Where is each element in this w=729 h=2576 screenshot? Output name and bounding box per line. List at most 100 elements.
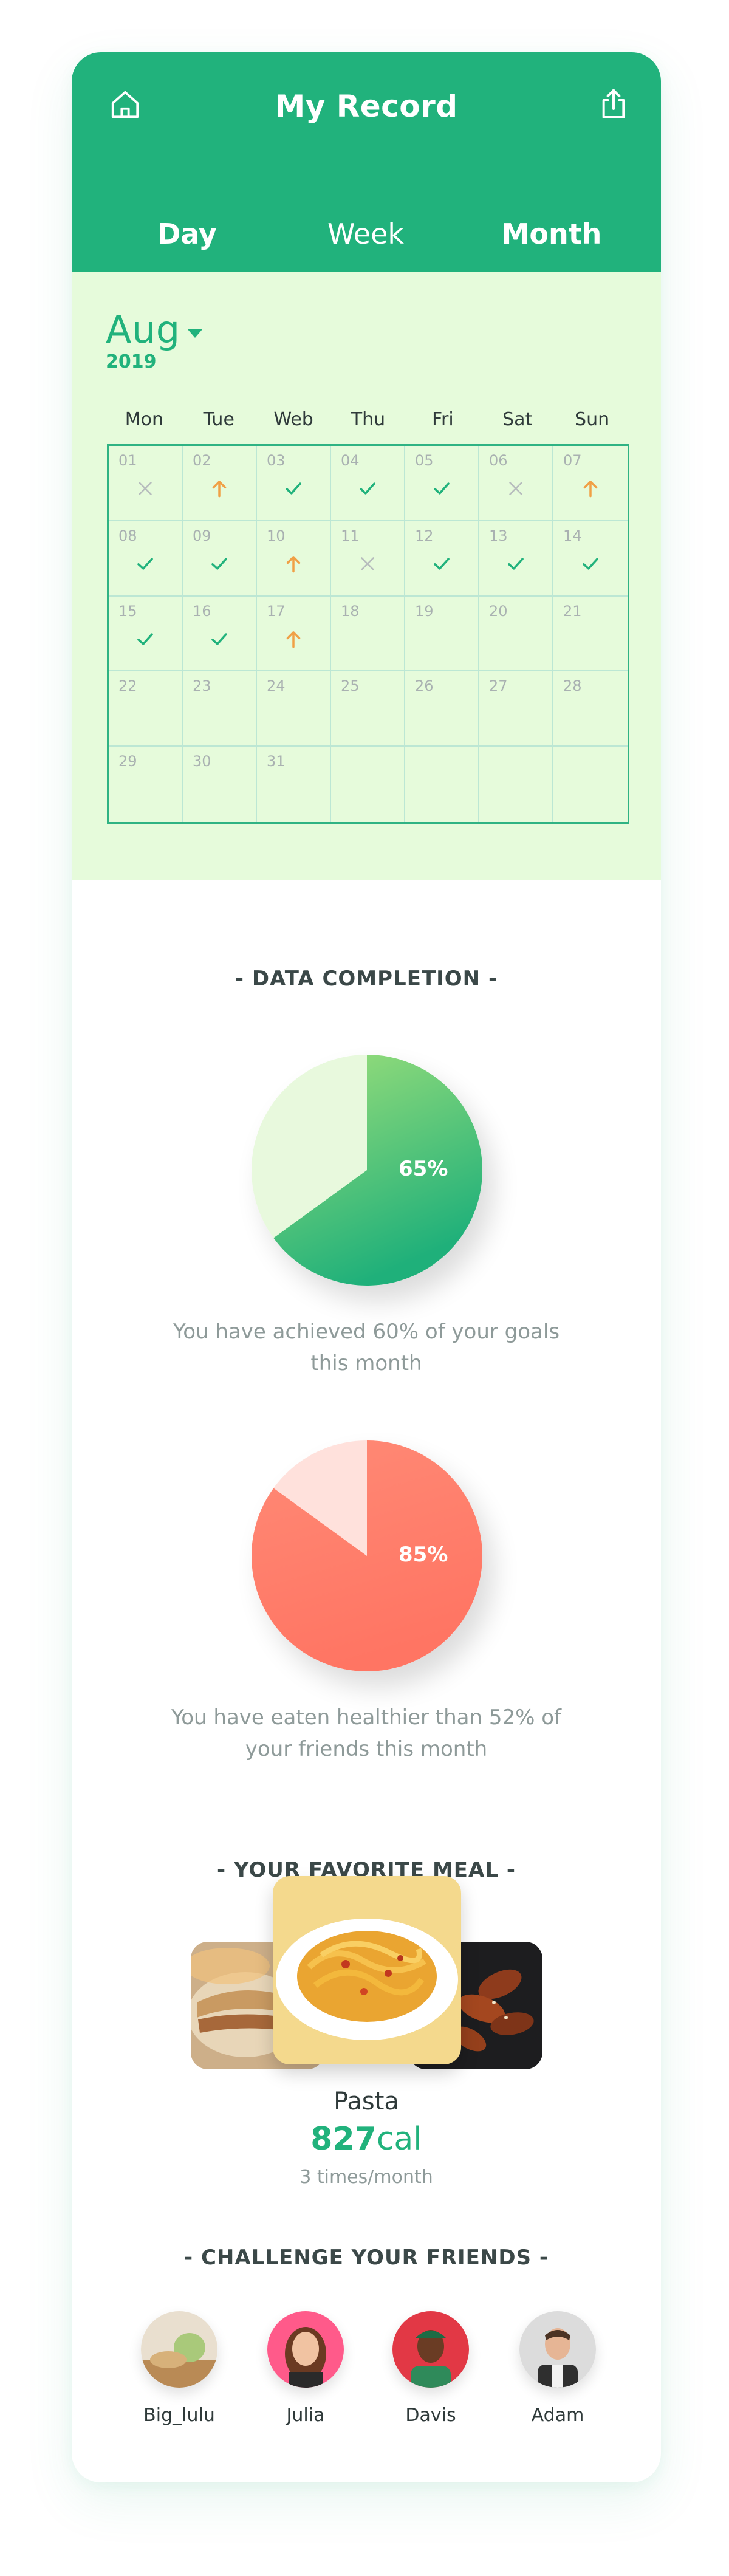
tab-day[interactable]: Day bbox=[114, 218, 260, 250]
day-number: 16 bbox=[193, 602, 211, 620]
day-number: 27 bbox=[489, 677, 508, 695]
calendar-day[interactable]: 30 bbox=[183, 747, 257, 822]
calendar-day[interactable]: 05 bbox=[405, 446, 479, 521]
friend-name: Julia bbox=[286, 2405, 325, 2426]
day-number: 03 bbox=[267, 452, 286, 469]
calendar-day bbox=[331, 747, 405, 822]
meal-image-pasta[interactable] bbox=[273, 1876, 461, 2064]
check-icon bbox=[553, 552, 628, 576]
calendar-day[interactable]: 31 bbox=[257, 747, 331, 822]
weekday-label: Thu bbox=[351, 409, 386, 430]
friends-caption: You have eaten healthier than 52% of you… bbox=[171, 1705, 561, 1761]
calendar-day[interactable]: 04 bbox=[331, 446, 405, 521]
day-number: 30 bbox=[193, 753, 211, 770]
page-title: My Record bbox=[275, 89, 458, 124]
arrow-up-icon bbox=[553, 476, 628, 501]
day-number: 31 bbox=[267, 753, 286, 770]
day-number: 18 bbox=[341, 602, 360, 620]
meal-frequency: 3 times/month bbox=[299, 2167, 433, 2188]
friend-big-lulu[interactable]: Big_lulu bbox=[122, 2311, 237, 2426]
arrow-up-icon bbox=[183, 476, 256, 501]
day-number: 06 bbox=[489, 452, 508, 469]
friend-name: Adam bbox=[531, 2405, 584, 2426]
calendar-day[interactable]: 27 bbox=[479, 671, 553, 747]
tab-week[interactable]: Week bbox=[293, 218, 439, 250]
arrow-up-icon bbox=[257, 552, 330, 576]
calendar-day[interactable]: 19 bbox=[405, 596, 479, 672]
calendar-day[interactable]: 11 bbox=[331, 521, 405, 597]
avatar bbox=[141, 2311, 217, 2388]
day-number: 19 bbox=[415, 602, 434, 620]
share-icon[interactable] bbox=[595, 86, 632, 123]
calendar-day[interactable]: 24 bbox=[257, 671, 331, 747]
weekday-header: Mon Tue Web Thu Fri Sat Sun bbox=[107, 409, 629, 433]
calendar-day[interactable]: 08 bbox=[109, 521, 183, 597]
calendar-day[interactable]: 10 bbox=[257, 521, 331, 597]
day-number: 23 bbox=[193, 677, 211, 695]
friend-name: Davis bbox=[405, 2405, 456, 2426]
cross-icon bbox=[331, 552, 404, 576]
day-number: 24 bbox=[267, 677, 286, 695]
calendar-day[interactable]: 12 bbox=[405, 521, 479, 597]
meal-calories: 827cal bbox=[72, 2121, 661, 2157]
friend-davis[interactable]: Davis bbox=[373, 2311, 488, 2426]
avatar bbox=[267, 2311, 344, 2388]
calendar-day[interactable]: 26 bbox=[405, 671, 479, 747]
calendar-day[interactable]: 14 bbox=[553, 521, 628, 597]
calendar-day[interactable]: 16 bbox=[183, 596, 257, 672]
friend-name: Big_lulu bbox=[143, 2405, 215, 2426]
check-icon bbox=[183, 552, 256, 576]
header-bar: My Record Day Week Month bbox=[72, 52, 661, 272]
calendar-day[interactable]: 03 bbox=[257, 446, 331, 521]
calendar-day[interactable]: 25 bbox=[331, 671, 405, 747]
day-number: 26 bbox=[415, 677, 434, 695]
day-number: 11 bbox=[341, 527, 360, 544]
day-number: 09 bbox=[193, 527, 211, 544]
friends-percent-label: 85% bbox=[399, 1543, 448, 1567]
weekday-label: Sat bbox=[502, 409, 533, 430]
calendar-day[interactable]: 28 bbox=[553, 671, 628, 747]
calendar-day[interactable]: 20 bbox=[479, 596, 553, 672]
meal-name: Pasta bbox=[334, 2088, 399, 2115]
calendar-day[interactable]: 21 bbox=[553, 597, 628, 672]
calendar-day[interactable]: 07 bbox=[553, 446, 628, 521]
calendar-day[interactable]: 29 bbox=[109, 747, 183, 822]
calendar-day[interactable]: 01 bbox=[109, 446, 183, 521]
check-icon bbox=[183, 627, 256, 651]
day-number: 05 bbox=[415, 452, 434, 469]
day-number: 29 bbox=[118, 753, 137, 770]
check-icon bbox=[479, 552, 552, 576]
calendar-day[interactable]: 15 bbox=[109, 596, 183, 672]
day-number: 01 bbox=[118, 452, 137, 469]
month-selector[interactable]: Aug bbox=[106, 307, 202, 352]
avatar bbox=[392, 2311, 469, 2388]
calendar-day[interactable]: 13 bbox=[479, 521, 553, 597]
check-icon bbox=[405, 552, 478, 576]
weekday-label: Web bbox=[273, 409, 313, 430]
arrow-up-icon bbox=[257, 627, 330, 651]
calendar-day[interactable]: 02 bbox=[183, 446, 257, 521]
calendar-day[interactable]: 22 bbox=[109, 671, 183, 747]
tab-month[interactable]: Month bbox=[479, 218, 625, 250]
calendar-day[interactable]: 18 bbox=[331, 596, 405, 672]
calendar-day bbox=[405, 747, 479, 822]
weekday-label: Fri bbox=[431, 409, 454, 430]
check-icon bbox=[331, 476, 404, 501]
calendar-section: Aug 2019 Mon Tue Web Thu Fri Sat Sun 01 0… bbox=[72, 272, 661, 880]
calorie-unit: cal bbox=[376, 2121, 422, 2157]
day-number: 17 bbox=[267, 602, 286, 620]
friend-julia[interactable]: Julia bbox=[248, 2311, 363, 2426]
friend-adam[interactable]: Adam bbox=[500, 2311, 615, 2426]
day-number: 15 bbox=[118, 602, 137, 620]
record-card: My Record Day Week Month Aug 20 19 Mon Tu… bbox=[72, 52, 661, 2482]
day-number: 02 bbox=[193, 452, 211, 469]
calendar-day[interactable]: 23 bbox=[183, 671, 257, 747]
period-tabs: Day Week Month bbox=[72, 218, 661, 260]
calendar-grid: 01 02 03 04 05 06 07 08 09 10 11 12 13 14 15 16 17 18 19 20… bbox=[107, 444, 629, 824]
calendar-day[interactable]: 09 bbox=[183, 521, 257, 597]
calendar-day[interactable]: 06 bbox=[479, 446, 553, 521]
caret-down-icon bbox=[187, 329, 202, 338]
calendar-day[interactable]: 17 bbox=[257, 596, 331, 672]
friends-pie-chart: 85% bbox=[252, 1440, 482, 1671]
goal-percent-label: 65% bbox=[399, 1157, 448, 1181]
